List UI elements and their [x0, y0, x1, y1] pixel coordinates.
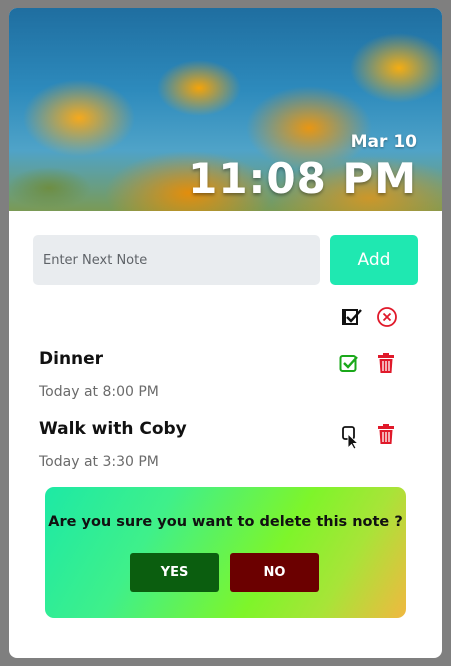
header-banner: Mar 10 11:08 PM [9, 8, 442, 211]
clear-all-icon[interactable] [375, 305, 399, 329]
unchecked-checkbox-icon[interactable] [338, 424, 362, 449]
delete-confirm-dialog: Are you sure you want to delete this not… [45, 487, 406, 618]
note-title: Walk with Coby [39, 419, 187, 439]
trash-icon[interactable] [374, 351, 398, 375]
yes-button[interactable]: YES [130, 553, 219, 592]
note-time: Today at 3:30 PM [39, 454, 159, 470]
dialog-message: Are you sure you want to delete this not… [48, 514, 403, 530]
checked-checkbox-icon[interactable] [337, 351, 361, 375]
todo-card: Mar 10 11:08 PM Add Dinner Today at 8:00… [9, 8, 442, 658]
no-button[interactable]: NO [230, 553, 319, 592]
header-time: 11:08 PM [188, 154, 417, 203]
note-input[interactable] [33, 235, 320, 285]
check-all-icon[interactable] [340, 305, 364, 329]
note-time: Today at 8:00 PM [39, 384, 159, 400]
add-button[interactable]: Add [330, 235, 418, 285]
trash-icon[interactable] [374, 422, 398, 446]
header-date: Mar 10 [350, 132, 417, 152]
note-title: Dinner [39, 349, 104, 369]
